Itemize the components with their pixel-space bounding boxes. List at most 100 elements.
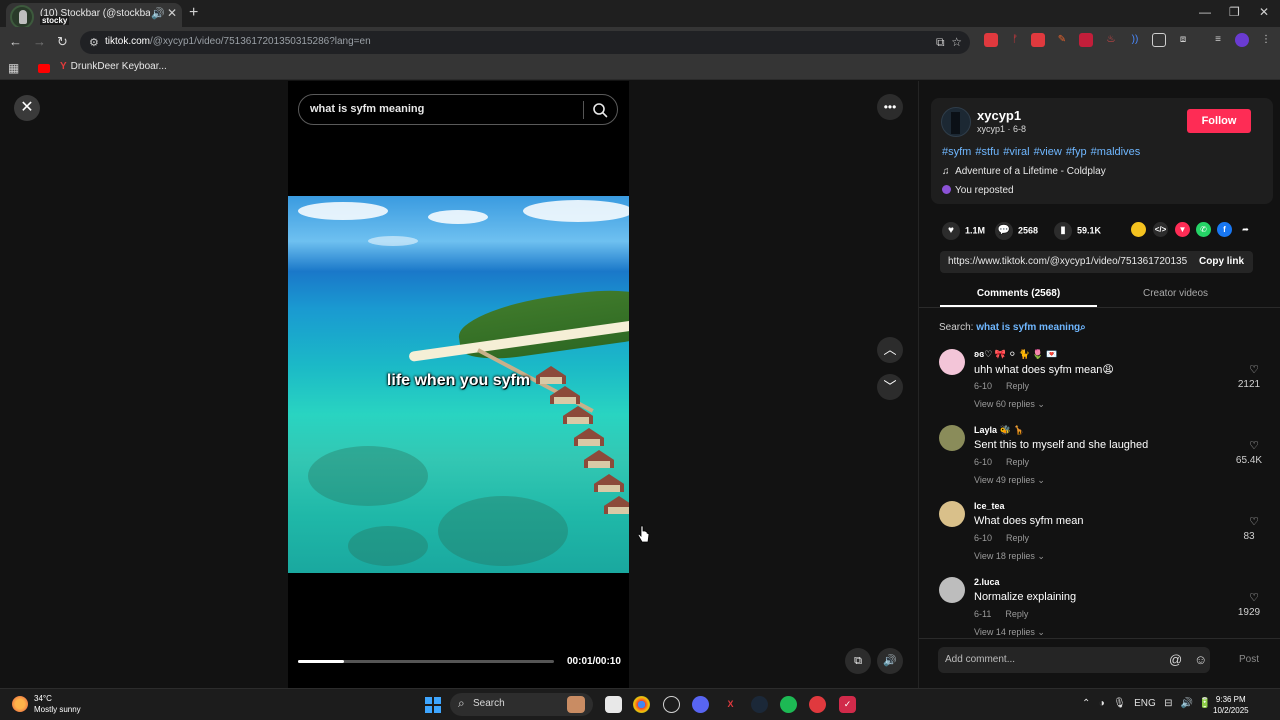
follow-button[interactable]: Follow: [1187, 109, 1251, 133]
extension-icon-5[interactable]: [1079, 33, 1093, 47]
view-replies-button[interactable]: View 18 replies ⌄: [974, 551, 1045, 562]
app-pink-icon[interactable]: ✓: [839, 696, 856, 713]
taskbar-search[interactable]: ⌕ Search: [450, 693, 593, 716]
app-x-icon[interactable]: X: [722, 696, 739, 713]
share-friends-icon[interactable]: [1131, 222, 1146, 237]
video-frame[interactable]: life when you syfm: [288, 196, 629, 573]
commenter-name[interactable]: Ice_tea: [974, 501, 1005, 511]
post-music[interactable]: ♫ Adventure of a Lifetime - Coldplay: [942, 166, 1106, 177]
system-tray[interactable]: ⌃ ◑ 🎙 ENG ⊟ 🔊 🔋: [1082, 698, 1211, 709]
copy-link-button[interactable]: Copy link: [1199, 256, 1244, 267]
reading-list-icon[interactable]: ≡: [1211, 33, 1225, 47]
commenter-name[interactable]: ʚɞ♡ 🎀 ⚪ 🐈 🌷 💌: [974, 349, 1057, 360]
extension-icon-1[interactable]: [984, 33, 998, 47]
view-replies-label: View 49 replies: [974, 475, 1035, 485]
profile-avatar[interactable]: [1235, 33, 1249, 47]
like-stat[interactable]: ♥ 1.1M: [942, 222, 985, 240]
browser-tab[interactable]: (10) Stockbar (@stockbar) | stocky 🔊 ✕: [6, 3, 182, 29]
more-share-icon[interactable]: ➦: [1238, 222, 1253, 237]
tab-close-icon[interactable]: ✕: [167, 6, 177, 20]
next-video-button[interactable]: ﹀: [877, 374, 903, 400]
facebook-icon[interactable]: f: [1217, 222, 1232, 237]
search-divider: [583, 101, 584, 119]
extension-icon-4[interactable]: ✎: [1055, 33, 1069, 47]
more-options-button[interactable]: •••: [877, 94, 903, 120]
save-stat[interactable]: ▮ 59.1K: [1054, 222, 1101, 240]
window-close-icon[interactable]: ✕: [1259, 5, 1269, 19]
whatsapp-icon[interactable]: ✆: [1196, 222, 1211, 237]
embed-code-icon[interactable]: </>: [1153, 222, 1168, 237]
commenter-avatar[interactable]: [939, 425, 965, 451]
search-icon[interactable]: [591, 101, 609, 119]
emoji-icon[interactable]: ☺: [1194, 652, 1207, 667]
steam-icon[interactable]: [751, 696, 768, 713]
settings-gear-icon[interactable]: [663, 696, 680, 713]
comment-like-icon[interactable]: ♡: [1239, 515, 1269, 528]
tab-creator-videos[interactable]: Creator videos: [1097, 288, 1254, 299]
forward-icon[interactable]: →: [33, 34, 46, 49]
extension-icon-2[interactable]: ᚠ: [1008, 33, 1022, 47]
comment-like-icon[interactable]: ♡: [1239, 591, 1269, 604]
extension-icon-3[interactable]: [1031, 33, 1045, 47]
comment-like-icon[interactable]: ♡: [1239, 439, 1269, 452]
bookmark-drunkdeer[interactable]: Y DrunkDeer Keyboar...: [60, 61, 167, 72]
comment-stat[interactable]: 💬 2568: [995, 222, 1038, 240]
chevron-down-icon: ⌄: [1037, 475, 1045, 485]
address-bar[interactable]: ⚙ tiktok.com/@xycyp1/video/7513617201350…: [80, 31, 970, 54]
close-video-button[interactable]: ✕: [14, 95, 40, 121]
system-clock[interactable]: 9:36 PM 10/2/2025: [1213, 694, 1249, 716]
creator-avatar[interactable]: [941, 107, 971, 137]
previous-video-button[interactable]: ︿: [877, 337, 903, 363]
video-link[interactable]: https://www.tiktok.com/@xycyp1/video/751…: [948, 256, 1188, 267]
commenter-avatar[interactable]: [939, 501, 965, 527]
apps-grid-icon[interactable]: ▦: [8, 61, 19, 75]
comment-search-suggestion[interactable]: Search: what is syfm meaning⌕: [939, 322, 1086, 333]
comment-input[interactable]: Add comment... @ ☺: [938, 647, 1210, 673]
restore-icon[interactable]: ❐: [1229, 5, 1240, 19]
commenter-name[interactable]: 2.luca: [974, 577, 1000, 587]
creator-username[interactable]: xycyp1: [977, 108, 1021, 123]
start-button[interactable]: [425, 697, 441, 713]
video-player[interactable]: what is syfm meaning life when you syfm …: [288, 81, 629, 688]
extension-icon-7[interactable]: )): [1128, 33, 1142, 47]
view-replies-button[interactable]: View 14 replies ⌄: [974, 627, 1045, 638]
tab-comments[interactable]: Comments (2568): [940, 288, 1097, 299]
app-red-icon[interactable]: [809, 696, 826, 713]
post-hashtags[interactable]: #syfm #stfu #viral #view #fyp #maldives: [942, 146, 1140, 158]
commenter-avatar[interactable]: [939, 577, 965, 603]
reload-icon[interactable]: ↻: [57, 34, 68, 50]
comment-like-icon[interactable]: ♡: [1239, 363, 1269, 376]
reply-button[interactable]: Reply: [1006, 533, 1029, 543]
extensions-puzzle-icon[interactable]: ⧈: [1176, 33, 1190, 47]
discord-icon[interactable]: [692, 696, 709, 713]
commenter-avatar[interactable]: [939, 349, 965, 375]
site-info-icon[interactable]: ⚙: [89, 36, 99, 49]
video-progress-bar[interactable]: [298, 660, 554, 663]
minimize-icon[interactable]: —: [1199, 5, 1211, 19]
spotify-icon[interactable]: [780, 696, 797, 713]
extension-icon-6[interactable]: ♨: [1104, 33, 1118, 47]
browser-menu-icon[interactable]: ⋮: [1259, 33, 1273, 47]
send-icon[interactable]: ▼: [1175, 222, 1190, 237]
new-tab-button[interactable]: +: [189, 4, 198, 22]
youtube-bookmark-icon[interactable]: [38, 64, 50, 73]
pip-icon[interactable]: ⧉: [845, 648, 871, 674]
back-icon[interactable]: ←: [9, 34, 22, 49]
extension-icon-8[interactable]: [1152, 33, 1166, 47]
reply-button[interactable]: Reply: [1005, 609, 1028, 619]
view-replies-button[interactable]: View 60 replies ⌄: [974, 399, 1045, 410]
commenter-name[interactable]: Layla 🐝 🦒: [974, 425, 1024, 436]
reply-button[interactable]: Reply: [1006, 457, 1029, 467]
search-term[interactable]: what is syfm meaning: [976, 322, 1080, 333]
video-search-box[interactable]: what is syfm meaning: [298, 94, 618, 125]
reply-button[interactable]: Reply: [1006, 381, 1029, 391]
task-view-icon[interactable]: [605, 696, 622, 713]
mention-icon[interactable]: @: [1169, 652, 1182, 667]
chrome-icon[interactable]: [633, 696, 650, 713]
tab-audio-icon[interactable]: 🔊: [151, 7, 165, 20]
view-replies-button[interactable]: View 49 replies ⌄: [974, 475, 1045, 486]
post-comment-button[interactable]: Post: [1239, 654, 1259, 665]
language-indicator[interactable]: ENG: [1134, 698, 1156, 709]
bookmark-star-icon[interactable]: ⧉ ☆: [936, 35, 962, 50]
volume-icon[interactable]: 🔊: [877, 648, 903, 674]
